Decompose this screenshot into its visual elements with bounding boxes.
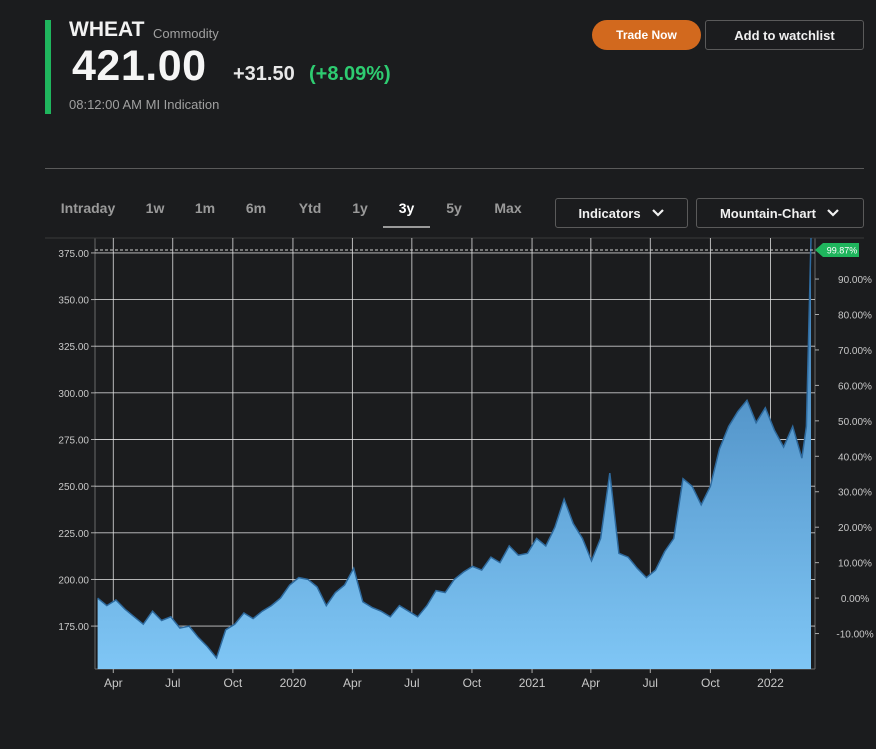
tab-1y[interactable]: 1y (346, 190, 374, 226)
add-to-watchlist-button[interactable]: Add to watchlist (705, 20, 864, 50)
y2-tick-label: 40.00% (838, 452, 872, 463)
tab-1m[interactable]: 1m (191, 190, 219, 226)
tab-1w[interactable]: 1w (141, 190, 169, 226)
x-tick-label: 2021 (519, 676, 546, 690)
chevron-down-icon (651, 209, 664, 217)
y-tick-label: 275.00 (58, 436, 89, 447)
trade-now-button[interactable]: Trade Now (592, 20, 701, 50)
y-tick-label: 375.00 (58, 249, 89, 260)
x-tick-label: Oct (224, 676, 243, 690)
y-tick-label: 300.00 (58, 389, 89, 400)
x-tick-label: 2022 (757, 676, 784, 690)
tab-intraday[interactable]: Intraday (51, 190, 125, 226)
y2-tick-label: -10.00% (836, 630, 873, 641)
y2-tick-label: 0.00% (841, 594, 869, 605)
x-tick-label: Oct (463, 676, 482, 690)
x-tick-label: 2020 (280, 676, 307, 690)
indicators-label: Indicators (578, 205, 641, 221)
x-tick-label: Apr (581, 676, 600, 690)
x-tick-label: Apr (104, 676, 123, 690)
y2-tick-label: 10.00% (838, 559, 872, 570)
asset-type: Commodity (153, 26, 219, 41)
x-tick-label: Apr (343, 676, 362, 690)
price-change-absolute: +31.50 (233, 63, 295, 85)
y2-tick-label: 60.00% (838, 381, 872, 392)
tab-max[interactable]: Max (490, 190, 526, 226)
y-tick-label: 225.00 (58, 529, 89, 540)
y-tick-label: 325.00 (58, 342, 89, 353)
chevron-down-icon (827, 209, 839, 217)
tab-5y[interactable]: 5y (440, 190, 468, 226)
last-price: 421.00 (72, 42, 207, 90)
y2-tick-label: 30.00% (838, 488, 872, 499)
chart-type-label: Mountain-Chart (719, 205, 817, 221)
y2-tick-label: 90.00% (838, 275, 872, 286)
y-tick-label: 250.00 (58, 482, 89, 493)
x-tick-label: Jul (404, 676, 419, 690)
accent-bar (45, 20, 51, 114)
y2-tick-label: 20.00% (838, 523, 872, 534)
y-tick-label: 200.00 (58, 575, 89, 586)
indicators-dropdown[interactable]: Indicators (555, 198, 688, 228)
y-tick-label: 175.00 (58, 622, 89, 633)
price-area (97, 238, 812, 669)
y2-tick-label: 70.00% (838, 346, 872, 357)
y-tick-label: 350.00 (58, 296, 89, 307)
tab-ytd[interactable]: Ytd (293, 190, 327, 226)
quote-timestamp: 08:12:00 AM MI Indication (69, 97, 220, 112)
x-tick-label: Jul (165, 676, 180, 690)
chart-type-dropdown[interactable]: Mountain-Chart (696, 198, 864, 228)
y2-tick-label: 80.00% (838, 310, 872, 321)
instrument-symbol: WHEAT (69, 18, 145, 41)
last-change-label: 99.87% (827, 246, 858, 256)
x-tick-label: Jul (643, 676, 658, 690)
price-chart[interactable]: 175.00 200.00 225.00 250.00 275.00 300.00 325.… (0, 236, 876, 706)
tab-3y[interactable]: 3y (383, 190, 430, 228)
x-tick-label: Oct (701, 676, 720, 690)
tab-6m[interactable]: 6m (242, 190, 270, 226)
y2-tick-label: 50.00% (838, 417, 872, 428)
header-divider (45, 168, 864, 169)
price-change-percent: (+8.09%) (309, 63, 391, 85)
